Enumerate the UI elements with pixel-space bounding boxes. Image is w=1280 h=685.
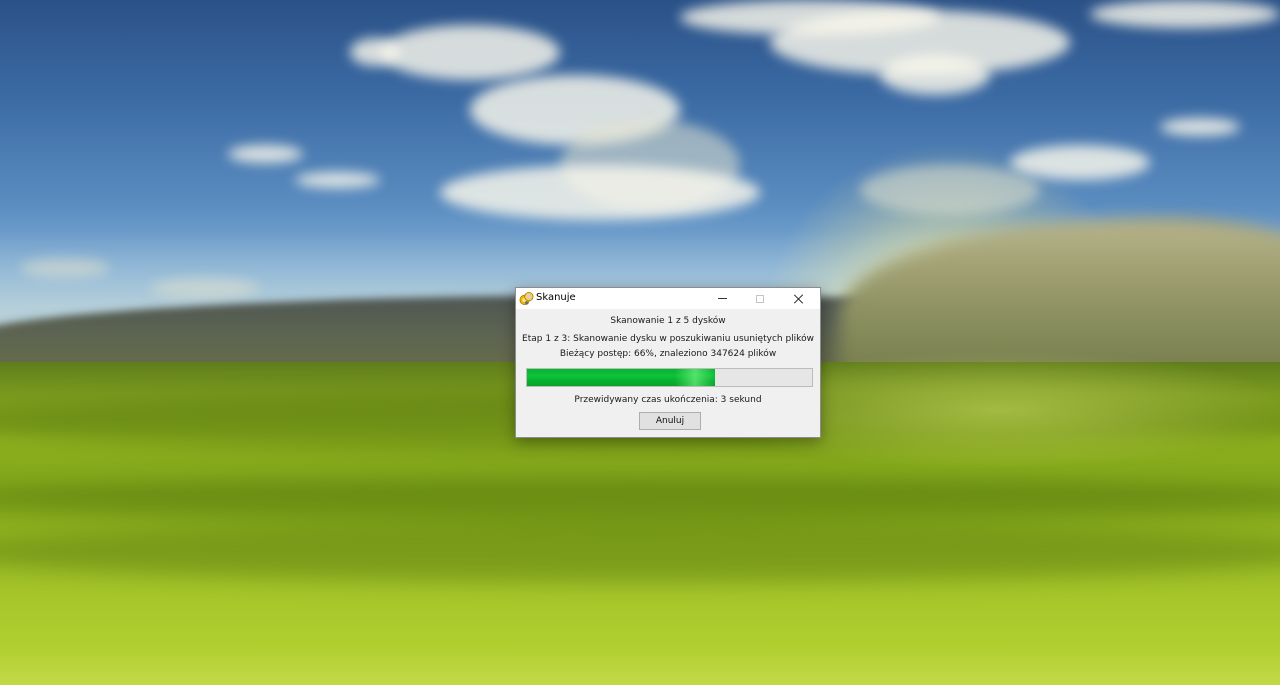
cloud (20, 258, 110, 278)
current-progress-text: Bieżący postęp: 66%, znaleziono 347624 p… (559, 349, 777, 359)
cloud (150, 278, 260, 298)
maximize-button[interactable] (741, 288, 779, 309)
scan-status-text: Skanowanie 1 z 5 dysków (610, 316, 726, 326)
eta-text: Przewidywany czas ukończenia: 3 sekund (574, 395, 762, 405)
progress-bar (526, 368, 813, 387)
dialog-titlebar[interactable]: Skanuje (516, 288, 820, 309)
cloud (860, 165, 1040, 215)
cloud (1160, 118, 1240, 136)
cloud (1090, 0, 1280, 28)
stage-status-text: Etap 1 z 3: Skanowanie dysku w poszukiwa… (522, 334, 814, 344)
field-shadow (0, 477, 1280, 522)
cloud (880, 55, 990, 95)
close-icon (794, 294, 804, 304)
cancel-button[interactable]: Anuluj (639, 412, 701, 430)
field-shadow (0, 522, 1280, 582)
maximize-icon (756, 294, 764, 303)
minimize-button[interactable] (703, 288, 741, 309)
cloud (350, 38, 400, 66)
cloud (440, 165, 760, 220)
cloud (1010, 145, 1150, 180)
minimize-icon (717, 298, 727, 299)
cloud (228, 145, 303, 163)
dialog-title: Skanuje (536, 292, 576, 303)
scan-dialog: Skanuje Skanowanie 1 z 5 dysków Etap 1 z… (515, 287, 821, 438)
progress-bar-shine (675, 369, 715, 386)
close-button[interactable] (780, 288, 818, 309)
cloud (380, 25, 560, 80)
scan-app-icon (519, 292, 534, 306)
cloud (295, 172, 380, 188)
